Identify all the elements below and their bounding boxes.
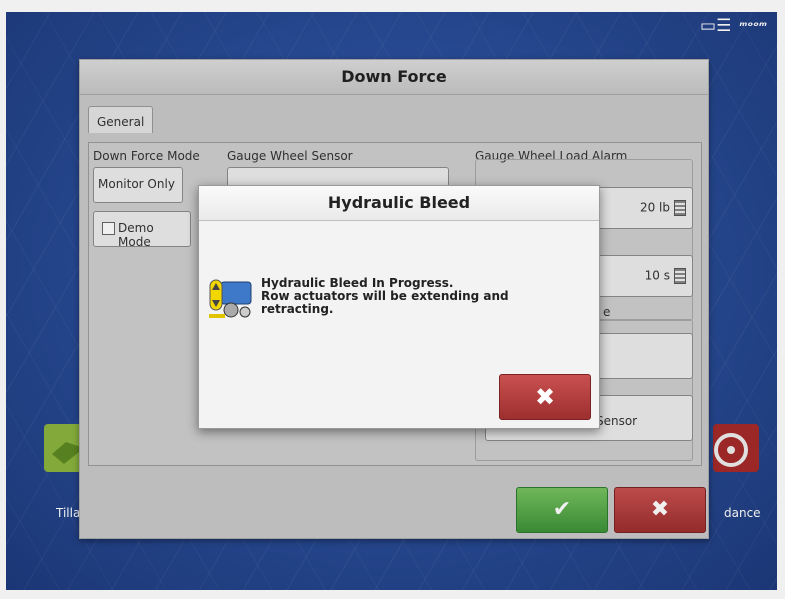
hydraulic-bleed-dialog: Hydraulic Bleed Hydraulic Bleed In Progr… <box>198 185 600 429</box>
dialog-close-button[interactable]: ✖ <box>499 374 591 420</box>
close-icon: ✖ <box>534 383 556 411</box>
planter-row-unit-icon <box>209 279 252 318</box>
dialog-message: Hydraulic Bleed In Progress. Row actuato… <box>261 276 509 316</box>
dialog-title: Hydraulic Bleed <box>199 186 599 221</box>
